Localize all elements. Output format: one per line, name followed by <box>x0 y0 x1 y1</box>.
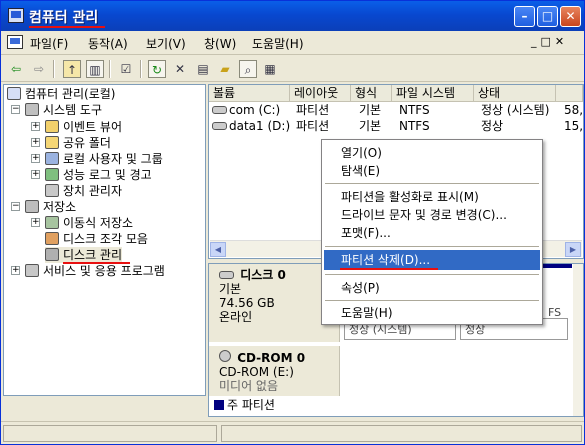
expand-toggle[interactable]: + <box>31 122 40 131</box>
expand-toggle[interactable]: + <box>31 170 40 179</box>
menu-help[interactable]: 도움말(H) <box>252 35 304 52</box>
menu-view[interactable]: 보기(V) <box>146 35 186 52</box>
open-icon[interactable]: ▰ <box>216 60 234 78</box>
menu-item-mark-active[interactable]: 파티션을 활성화로 표시(M) <box>324 187 540 207</box>
expand-toggle[interactable]: + <box>31 154 40 163</box>
title-bar[interactable]: 컴퓨터 관리 – □ ✕ <box>1 1 584 31</box>
tree-item-perf-logs[interactable]: 성능 로그 및 경고 <box>45 167 152 183</box>
expand-toggle[interactable]: + <box>11 266 20 275</box>
disk-icon <box>219 271 234 279</box>
tree-item-device-manager[interactable]: 장치 관리자 <box>45 183 122 199</box>
menu-item-open[interactable]: 열기(O) <box>324 143 540 163</box>
storage-icon <box>25 200 39 213</box>
tree-root[interactable]: 컴퓨터 관리(로컬) <box>7 86 115 102</box>
back-arrow-icon[interactable]: ⇦ <box>7 60 25 78</box>
tree-item-local-users[interactable]: 로컬 사용자 및 그룹 <box>45 151 163 167</box>
window-title: 컴퓨터 관리 <box>29 10 99 26</box>
export-icon[interactable]: ▤ <box>194 60 212 78</box>
status-pane <box>221 425 582 442</box>
tree-item-disk-management[interactable]: 디스크 관리 <box>45 247 123 263</box>
drive-icon <box>212 122 227 130</box>
expand-toggle[interactable]: + <box>31 138 40 147</box>
maximize-button[interactable]: □ <box>537 6 558 27</box>
expand-toggle[interactable]: − <box>11 202 20 211</box>
tree-item-storage[interactable]: 저장소 <box>25 199 76 215</box>
column-header-filesystem[interactable]: 파일 시스템 <box>392 85 474 102</box>
computer-management-window: 컴퓨터 관리 – □ ✕ 파일(F) 동작(A) 보기(V) 창(W) 도움말(… <box>0 0 585 445</box>
column-header-status[interactable]: 상태 <box>474 85 556 102</box>
computer-management-icon <box>8 8 24 23</box>
close-button[interactable]: ✕ <box>560 6 581 27</box>
mmc-system-menu-icon[interactable] <box>7 35 23 49</box>
delete-icon[interactable]: ✕ <box>171 60 189 78</box>
performance-icon <box>45 168 59 181</box>
console-tree: 컴퓨터 관리(로컬) − 시스템 도구 + 이벤트 뷰어 + 공유 폴더 + 로… <box>3 84 206 396</box>
status-bar <box>1 421 584 444</box>
device-manager-icon <box>45 184 59 197</box>
menu-item-delete-partition[interactable]: 파티션 삭제(D)... <box>324 250 540 270</box>
computer-icon <box>7 87 21 100</box>
tree-item-shared-folders[interactable]: 공유 폴더 <box>45 135 111 151</box>
expand-toggle[interactable]: + <box>31 218 40 227</box>
column-header-capacity[interactable] <box>556 85 583 102</box>
defrag-icon <box>45 232 59 245</box>
toolbar: ⇦ ⇨ ↑ ▥ ☑ ↻ ✕ ▤ ▰ ⌕ ▦ <box>1 56 584 82</box>
column-header-type[interactable]: 형식 <box>351 85 392 102</box>
primary-partition-swatch <box>214 400 224 410</box>
users-icon <box>45 152 59 165</box>
menu-item-properties[interactable]: 속성(P) <box>324 278 540 298</box>
partition-fs-label: FS <box>548 306 562 319</box>
tree-item-event-viewer[interactable]: 이벤트 뷰어 <box>45 119 122 135</box>
show-hide-tree-icon[interactable]: ▥ <box>86 60 104 78</box>
menu-file[interactable]: 파일(F) <box>30 35 68 52</box>
refresh-icon[interactable]: ↻ <box>148 60 166 78</box>
find-icon[interactable]: ⌕ <box>239 60 257 78</box>
shared-folder-icon <box>45 136 59 149</box>
minimize-button[interactable]: – <box>514 6 535 27</box>
menu-window[interactable]: 창(W) <box>204 35 236 52</box>
up-folder-icon[interactable]: ↑ <box>63 60 81 78</box>
cdrom-icon <box>219 350 231 362</box>
tree-item-system-tools[interactable]: 시스템 도구 <box>25 102 102 118</box>
column-header-volume[interactable]: 볼륨 <box>209 85 290 102</box>
legend: 주 파티션 <box>214 396 275 413</box>
tree-item-services-apps[interactable]: 서비스 및 응용 프로그램 <box>25 263 165 279</box>
column-header-layout[interactable]: 레이아웃 <box>290 85 351 102</box>
tools-icon <box>25 103 39 116</box>
services-icon <box>25 264 39 277</box>
status-pane <box>3 425 217 442</box>
tree-item-removable-storage[interactable]: 이동식 저장소 <box>45 215 133 231</box>
removable-storage-icon <box>45 216 59 229</box>
menu-item-change-drive-letter[interactable]: 드라이브 문자 및 경로 변경(C)... <box>324 205 540 225</box>
menu-bar: 파일(F) 동작(A) 보기(V) 창(W) 도움말(H) _□✕ <box>1 31 584 55</box>
menu-item-format[interactable]: 포맷(F)... <box>324 223 540 243</box>
help-icon[interactable]: ▦ <box>261 60 279 78</box>
cdrom-info[interactable]: CD-ROM 0 CD-ROM (E:) 미디어 없음 <box>209 346 340 396</box>
disk-management-icon <box>45 248 59 261</box>
expand-toggle[interactable]: − <box>11 105 20 114</box>
context-menu: 열기(O) 탐색(E) 파티션을 활성화로 표시(M) 드라이브 문자 및 경로… <box>321 139 543 325</box>
scroll-right-icon[interactable]: ▶ <box>565 242 581 257</box>
drive-icon <box>212 106 227 114</box>
forward-arrow-icon[interactable]: ⇨ <box>30 60 48 78</box>
scroll-left-icon[interactable]: ◀ <box>210 242 226 257</box>
menu-action[interactable]: 동작(A) <box>88 35 128 52</box>
event-viewer-icon <box>45 120 59 133</box>
child-window-controls[interactable]: _□✕ <box>531 35 568 48</box>
vertical-scrollbar[interactable] <box>573 264 583 416</box>
tree-item-defrag[interactable]: 디스크 조각 모음 <box>45 231 148 247</box>
properties-icon[interactable]: ☑ <box>117 60 135 78</box>
menu-item-help[interactable]: 도움말(H) <box>324 303 540 323</box>
menu-item-explore[interactable]: 탐색(E) <box>324 161 540 181</box>
